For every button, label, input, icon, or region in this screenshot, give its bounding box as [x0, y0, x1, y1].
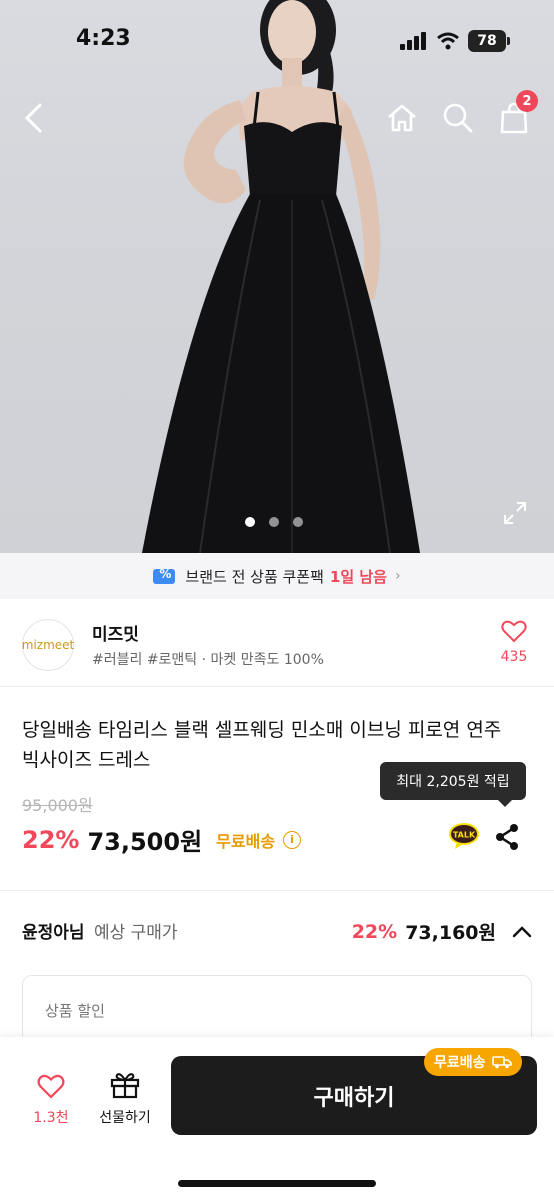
shop-like-button[interactable]: 435 [496, 619, 532, 665]
chevron-right-icon: › [394, 568, 401, 584]
buy-button-label: 구매하기 [313, 1085, 395, 1111]
battery-level: 78 [477, 33, 497, 49]
points-tooltip: 최대 2,205원 적립 [380, 762, 526, 807]
home-button[interactable] [380, 96, 424, 140]
sale-price: 73,500원 [87, 828, 203, 856]
discount-rate: 22% [22, 825, 80, 854]
like-count: 1.3천 [33, 1110, 69, 1126]
battery-indicator: 78 [468, 30, 510, 52]
member-price-row[interactable]: 윤정아님 예상 구매가 22% 73,160원 [22, 918, 532, 948]
product-page: 4:23 78 2 % 브랜드 전 상품 쿠폰팩 1일 남음 › mizmeet… [0, 0, 554, 1200]
gallery-dot[interactable] [293, 517, 303, 527]
product-image-gallery[interactable]: 4:23 78 2 [0, 0, 554, 553]
gift-icon [110, 1073, 140, 1099]
cart-count-badge: 2 [516, 90, 538, 112]
kakao-talk-icon[interactable]: TALK [448, 822, 480, 850]
coupon-icon [153, 567, 176, 584]
shop-tags: #러블리 #로맨틱 · 마켓 만족도 100% [92, 652, 324, 668]
expand-icon[interactable] [502, 500, 528, 526]
original-price: 95,000원 [22, 796, 93, 815]
shop-like-count: 435 [500, 649, 528, 665]
gallery-dot[interactable] [269, 517, 279, 527]
member-price: 22% 73,160원 [352, 918, 532, 945]
search-button[interactable] [436, 96, 480, 140]
gift-button[interactable]: 선물하기 [92, 1071, 158, 1127]
member-final-price: 73,160원 [405, 922, 496, 944]
heart-icon [37, 1074, 65, 1099]
svg-text:TALK: TALK [453, 831, 476, 840]
back-button[interactable] [12, 96, 56, 140]
price-row: 22% 73,500원 무료배송 i [22, 822, 302, 857]
coupon-banner-text: 브랜드 전 상품 쿠폰팩 [185, 567, 324, 586]
coupon-remaining: 1일 남음 [329, 567, 387, 586]
heart-icon [501, 620, 527, 643]
like-button[interactable]: 1.3천 [26, 1073, 76, 1127]
free-shipping-label: 무료배송 [216, 831, 276, 851]
info-icon[interactable]: i [283, 830, 302, 849]
status-bar: 4:23 78 [0, 0, 554, 80]
coupon-banner[interactable]: 브랜드 전 상품 쿠폰팩 1일 남음 › [0, 553, 554, 599]
bottom-action-bar: 1.3천 선물하기 구매하기 무료배송 [0, 1037, 554, 1200]
home-icon [388, 104, 416, 132]
gallery-dot[interactable] [245, 517, 255, 527]
free-shipping-badge: 무료배송 [424, 1048, 522, 1076]
member-price-label: 예상 구매가 [93, 923, 178, 943]
member-name: 윤정아님 [22, 923, 85, 943]
status-icons: 78 [400, 30, 510, 52]
status-time: 4:23 [76, 26, 131, 51]
search-icon [443, 103, 473, 133]
free-shipping-badge-label: 무료배송 [434, 1055, 486, 1071]
cart-button[interactable]: 2 [492, 90, 538, 140]
chevron-left-icon [24, 103, 42, 133]
gallery-pagination [245, 517, 303, 527]
signal-icon [400, 32, 426, 50]
wifi-icon [437, 32, 459, 50]
member-discount-rate: 22% [351, 920, 398, 943]
shop-logo-text: mizmeet [21, 638, 75, 652]
product-photo [142, 0, 420, 553]
share-icon[interactable] [494, 823, 520, 851]
product-discount-label: 상품 할인 [45, 1002, 105, 1020]
section-divider [0, 890, 554, 891]
home-indicator [178, 1180, 376, 1187]
shop-name[interactable]: 미즈밋 [92, 620, 139, 645]
gift-label: 선물하기 [99, 1110, 151, 1126]
shop-logo[interactable]: mizmeet [22, 619, 74, 671]
chevron-up-icon[interactable] [512, 925, 532, 938]
shop-info[interactable]: mizmeet 미즈밋 #러블리 #로맨틱 · 마켓 만족도 100% 435 [0, 599, 554, 687]
truck-icon [491, 1056, 512, 1069]
